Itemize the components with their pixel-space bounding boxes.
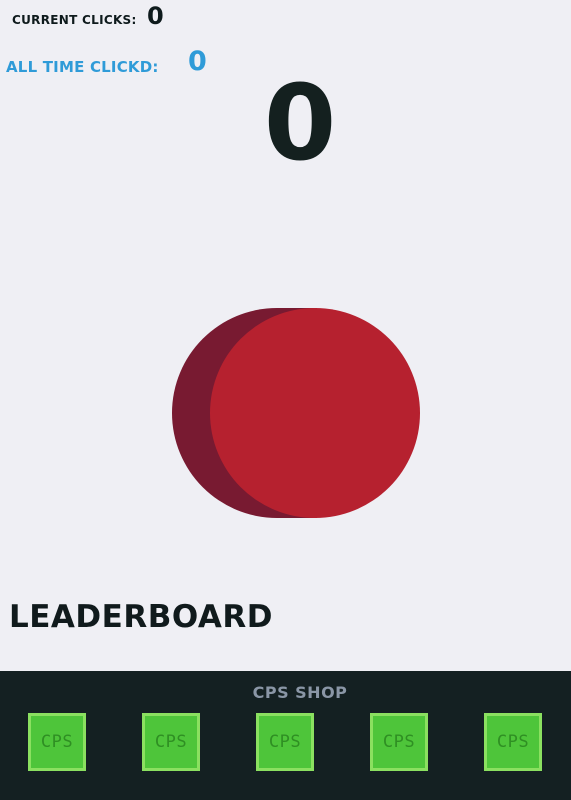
cps-shop-item-label: CPS xyxy=(154,732,188,752)
click-button-face[interactable] xyxy=(210,308,420,518)
cps-shop-item-label: CPS xyxy=(382,732,416,752)
current-clicks-value: 0 xyxy=(147,2,164,30)
click-counter-display: 0 xyxy=(263,62,337,184)
cps-shop-title: CPS SHOP xyxy=(252,683,348,702)
cps-shop-item-label: CPS xyxy=(40,732,74,752)
cps-shop-item-4[interactable]: CPS xyxy=(370,713,428,771)
cps-shop-item-label: CPS xyxy=(496,732,530,752)
click-button[interactable] xyxy=(172,308,424,520)
cps-shop-item-label: CPS xyxy=(268,732,302,752)
cps-shop-item-5[interactable]: CPS xyxy=(484,713,542,771)
cps-shop-item-2[interactable]: CPS xyxy=(142,713,200,771)
cps-shop-panel: CPS SHOP CPS CPS CPS CPS CPS xyxy=(0,671,571,800)
leaderboard-title: LEADERBOARD xyxy=(9,599,273,635)
current-clicks-label: CURRENT CLICKS: xyxy=(12,13,137,27)
cps-shop-item-1[interactable]: CPS xyxy=(28,713,86,771)
cps-shop-item-3[interactable]: CPS xyxy=(256,713,314,771)
